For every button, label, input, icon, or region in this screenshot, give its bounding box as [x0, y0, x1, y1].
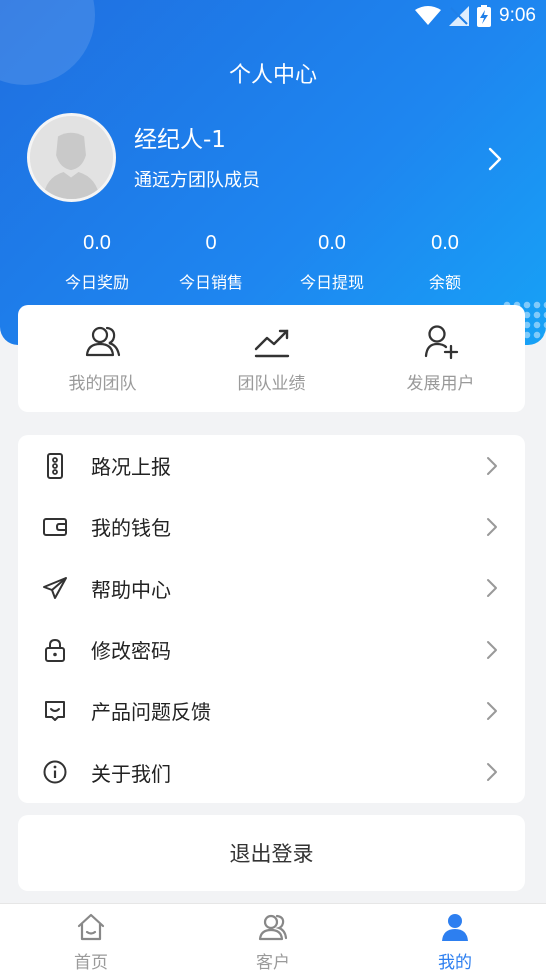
status-time: 9:06: [499, 5, 536, 26]
quick-action-label: 我的团队: [68, 374, 137, 394]
stat-label: 今日奖励: [64, 273, 129, 292]
stat-value: 0: [205, 232, 217, 254]
customers-icon: [258, 914, 288, 941]
chevron-right-icon: [487, 763, 497, 782]
stat-value: 0.0: [318, 232, 346, 254]
bottom-tab-bar: 首页 客户 我的: [0, 903, 546, 979]
team-icon: [85, 326, 120, 357]
chevron-right-icon: [487, 701, 497, 720]
menu-item-traffic-report[interactable]: 路况上报: [18, 435, 525, 496]
quick-action-label: 团队业绩: [237, 374, 306, 394]
chevron-right-icon: [487, 640, 497, 659]
info-icon: [43, 760, 67, 784]
tab-label: 首页: [74, 953, 108, 973]
tab-customers[interactable]: 客户: [182, 904, 364, 979]
status-bar: 9:06: [415, 4, 536, 28]
user-name: 经纪人-1: [134, 127, 226, 153]
stat-label: 今日销售: [178, 273, 243, 292]
stat-balance[interactable]: 0.0 余额: [380, 232, 510, 293]
battery-charging-icon: [477, 5, 492, 27]
menu-item-label: 修改密码: [91, 639, 171, 664]
stat-today-sales[interactable]: 0 今日销售: [146, 232, 276, 293]
no-signal-icon: [449, 6, 470, 26]
chevron-right-icon: [487, 517, 497, 536]
stat-value: 0.0: [83, 232, 111, 254]
quick-action-label: 发展用户: [406, 374, 475, 394]
trend-chart-icon: [254, 329, 289, 358]
chevron-right-icon: [487, 579, 497, 598]
tab-label: 客户: [256, 953, 290, 973]
feedback-icon: [45, 700, 65, 721]
chevron-right-icon[interactable]: [484, 146, 506, 172]
stat-value: 0.0: [431, 232, 459, 254]
menu-item-label: 路况上报: [91, 455, 171, 480]
stat-label: 今日提现: [299, 273, 364, 292]
quick-actions-card: 我的团队 团队业绩 发展用户: [18, 305, 525, 412]
menu-item-help-center[interactable]: 帮助中心: [18, 558, 525, 619]
stat-label: 余额: [428, 273, 461, 292]
quick-action-develop-users[interactable]: 发展用户: [356, 305, 525, 412]
stat-today-reward[interactable]: 0.0 今日奖励: [32, 232, 162, 293]
wifi-icon: [415, 6, 442, 25]
lock-icon: [45, 638, 65, 662]
tab-home[interactable]: 首页: [0, 904, 182, 979]
menu-item-feedback[interactable]: 产品问题反馈: [18, 680, 525, 741]
paper-plane-icon: [43, 577, 67, 600]
tab-label: 我的: [438, 953, 472, 973]
menu-item-label: 关于我们: [91, 761, 171, 786]
menu-item-my-wallet[interactable]: 我的钱包: [18, 496, 525, 557]
avatar[interactable]: [27, 113, 116, 202]
quick-action-team-performance[interactable]: 团队业绩: [187, 305, 356, 412]
settings-menu: 路况上报 我的钱包 帮助中心 修改密码 产品问题反馈 关于我们: [18, 435, 525, 803]
logout-button[interactable]: 退出登录: [18, 815, 525, 891]
quick-action-my-team[interactable]: 我的团队: [18, 305, 187, 412]
stat-today-withdraw[interactable]: 0.0 今日提现: [267, 232, 397, 293]
menu-item-label: 产品问题反馈: [91, 700, 211, 725]
tab-mine[interactable]: 我的: [364, 904, 546, 979]
home-icon: [77, 913, 105, 941]
add-user-icon: [424, 325, 458, 360]
chevron-right-icon: [487, 456, 497, 475]
default-avatar-icon: [30, 116, 113, 199]
traffic-light-icon: [47, 452, 63, 479]
menu-item-label: 帮助中心: [91, 577, 171, 602]
wallet-icon: [43, 517, 67, 536]
menu-item-change-password[interactable]: 修改密码: [18, 619, 525, 680]
user-role: 通远方团队成员: [134, 170, 260, 191]
page-title: 个人中心: [228, 63, 317, 88]
menu-item-label: 我的钱包: [91, 516, 171, 541]
menu-item-about-us[interactable]: 关于我们: [18, 741, 525, 802]
profile-icon: [442, 914, 468, 941]
